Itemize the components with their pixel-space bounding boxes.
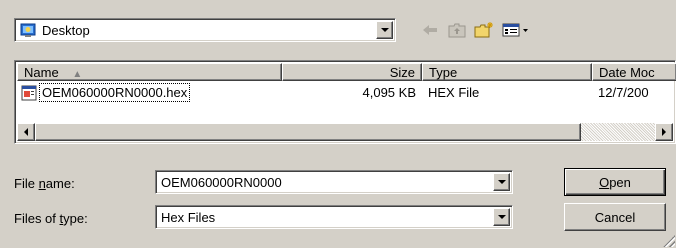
file-name-dropdown-button[interactable] xyxy=(493,173,510,191)
files-of-type-dropdown-button[interactable] xyxy=(493,208,510,226)
horizontal-scrollbar[interactable] xyxy=(17,123,673,141)
file-name-input[interactable]: OEM060000RN0000 xyxy=(161,175,282,190)
files-of-type-combo[interactable]: Hex Files xyxy=(155,205,513,229)
column-header-name[interactable]: Name ▲ xyxy=(17,63,282,81)
view-menu-icon xyxy=(502,23,528,37)
chevron-down-icon xyxy=(380,28,389,32)
file-size-cell: 4,095 KB xyxy=(362,85,417,100)
column-header-size[interactable]: Size xyxy=(282,63,422,81)
scroll-left-button[interactable] xyxy=(17,123,35,141)
scrollbar-thumb[interactable] xyxy=(35,123,581,141)
sort-ascending-icon: ▲ xyxy=(72,69,83,80)
view-menu-button[interactable] xyxy=(500,18,532,42)
chevron-down-icon xyxy=(497,180,506,184)
file-name-cell: OEM060000RN0000.hex xyxy=(39,83,191,102)
look-in-combo[interactable]: Desktop xyxy=(14,18,396,42)
hex-file-icon xyxy=(21,85,37,101)
back-button[interactable] xyxy=(420,18,440,42)
up-folder-icon xyxy=(448,23,466,38)
scroll-right-button[interactable] xyxy=(655,123,673,141)
file-type-cell: HEX File xyxy=(428,85,480,100)
resize-grip-icon[interactable] xyxy=(663,235,675,247)
scroll-right-arrow-icon xyxy=(662,128,666,136)
file-date-cell: 12/7/200 xyxy=(598,85,649,100)
back-arrow-icon xyxy=(423,25,437,35)
new-folder-icon xyxy=(474,22,493,38)
open-button[interactable]: Open xyxy=(564,168,666,196)
column-header-type[interactable]: Type xyxy=(422,63,592,81)
chevron-down-icon xyxy=(497,215,506,219)
look-in-dropdown-button[interactable] xyxy=(376,21,393,39)
files-of-type-label: Files of type: xyxy=(14,211,88,226)
scrollbar-track[interactable] xyxy=(581,123,657,141)
list-item[interactable]: OEM060000RN0000.hex 4,095 KB HEX File 12… xyxy=(17,83,673,103)
file-name-label: File name: xyxy=(14,176,75,191)
desktop-folder-icon xyxy=(20,22,36,38)
cancel-button[interactable]: Cancel xyxy=(564,203,666,231)
scroll-left-arrow-icon xyxy=(24,128,28,136)
look-in-value: Desktop xyxy=(42,23,90,38)
file-list-view[interactable]: Name ▲ Size Type Date Moc OEM060000RN000… xyxy=(14,60,676,144)
column-header-date-modified[interactable]: Date Moc xyxy=(592,63,676,81)
up-one-level-button[interactable] xyxy=(446,18,468,42)
file-name-combo[interactable]: OEM060000RN0000 xyxy=(155,170,513,194)
new-folder-button[interactable] xyxy=(472,18,496,42)
files-of-type-value: Hex Files xyxy=(161,210,216,225)
